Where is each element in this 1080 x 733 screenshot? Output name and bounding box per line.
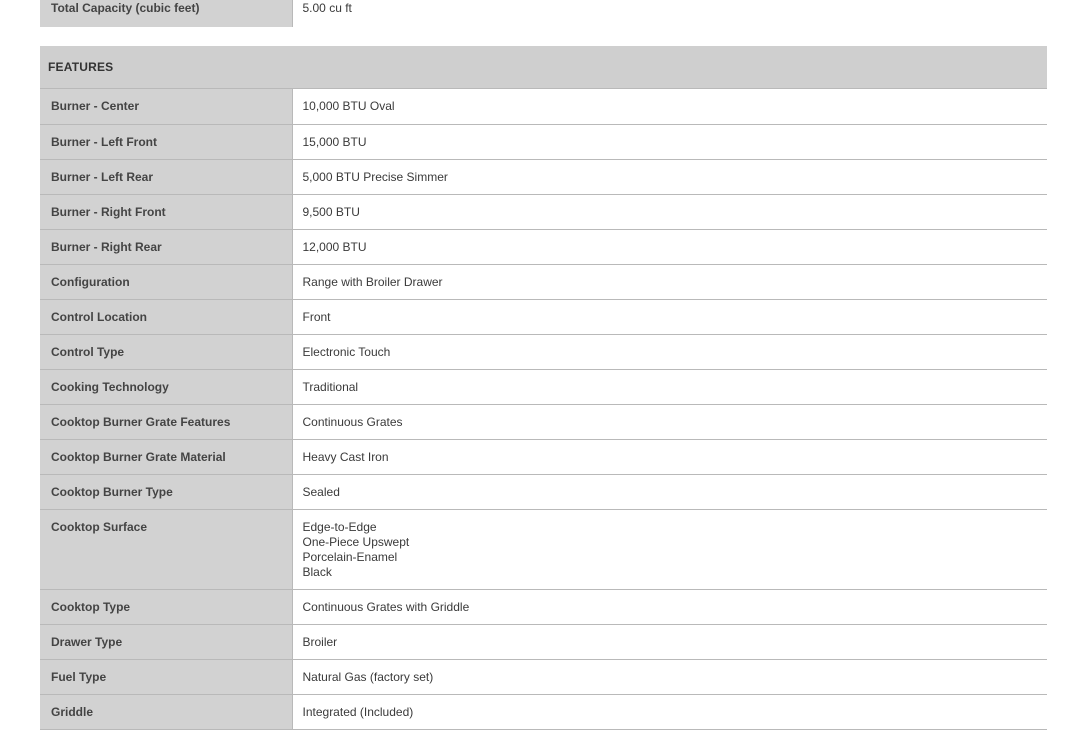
spec-value: Electronic Touch [292, 334, 1047, 370]
spec-row: Configuration Range with Broiler Drawer [40, 264, 1047, 300]
spec-value: Heavy Cast Iron [292, 439, 1047, 475]
spec-label: Burner - Left Front [40, 124, 293, 160]
spec-row: Cooking Technology Traditional [40, 369, 1047, 405]
spec-row: Cooktop Burner Grate Features Continuous … [40, 404, 1047, 440]
spec-value: 15,000 BTU [292, 124, 1047, 160]
spec-row: Control Type Electronic Touch [40, 334, 1047, 370]
spec-value: Traditional [292, 369, 1047, 405]
spec-label: Control Location [40, 299, 293, 335]
spec-value: Continuous Grates [292, 404, 1047, 440]
spec-row: Griddle Integrated (Included) [40, 694, 1047, 730]
spec-row: Burner - Left Rear 5,000 BTU Precise Simm… [40, 159, 1047, 195]
spec-value: 12,000 BTU [292, 229, 1047, 265]
features-table: Burner - Center 10,000 BTU Oval Burner - L… [40, 89, 1047, 730]
spec-label: Burner - Right Front [40, 194, 293, 230]
spec-row: Cooktop Surface Edge-to-Edge One-Piece Ups… [40, 509, 1047, 590]
spec-label: Cooktop Surface [40, 509, 293, 590]
spec-label: Fuel Type [40, 659, 293, 695]
spec-value: Sealed [292, 474, 1047, 510]
spec-label: Cooktop Type [40, 589, 293, 625]
spec-value-line: Black [302, 564, 332, 579]
spec-row: Cooktop Type Continuous Grates with Gridd… [40, 589, 1047, 625]
spec-value-line: One-Piece Upswept [302, 534, 410, 549]
spec-value: 10,000 BTU Oval [292, 89, 1047, 125]
spec-label: Burner - Right Rear [40, 229, 293, 265]
spec-row: Drawer Type Broiler [40, 624, 1047, 660]
spec-row-total-capacity: Total Capacity (cubic feet) 5.00 cu ft [40, 0, 1047, 27]
spec-label: Burner - Center [40, 89, 293, 125]
spec-label: Cooktop Burner Type [40, 474, 293, 510]
spec-value: 5.00 cu ft [292, 0, 1047, 27]
spec-label: Griddle [40, 694, 293, 730]
spec-row: Cooktop Burner Grate Material Heavy Cast … [40, 439, 1047, 475]
spec-label: Cooking Technology [40, 369, 293, 405]
spec-label: Total Capacity (cubic feet) [40, 0, 293, 27]
spec-value: Natural Gas (factory set) [292, 659, 1047, 695]
spec-label: Configuration [40, 264, 293, 300]
spec-row: Burner - Right Front 9,500 BTU [40, 194, 1047, 230]
spec-value: Continuous Grates with Griddle [292, 589, 1047, 625]
capacity-table: Total Capacity (cubic feet) 5.00 cu ft [40, 0, 1047, 27]
spec-label: Cooktop Burner Grate Material [40, 439, 293, 475]
spec-value-line: Edge-to-Edge [302, 519, 377, 534]
spec-value-line: Porcelain-Enamel [302, 549, 398, 564]
spec-value: Range with Broiler Drawer [292, 264, 1047, 300]
spec-label: Drawer Type [40, 624, 293, 660]
spec-row: Burner - Left Front 15,000 BTU [40, 124, 1047, 160]
spec-value: 9,500 BTU [292, 194, 1047, 230]
spec-value: Broiler [292, 624, 1047, 660]
spec-label: Cooktop Burner Grate Features [40, 404, 293, 440]
spec-row: Cooktop Burner Type Sealed [40, 474, 1047, 510]
spec-row: Burner - Right Rear 12,000 BTU [40, 229, 1047, 265]
spec-label: Control Type [40, 334, 293, 370]
spec-label: Burner - Left Rear [40, 159, 293, 195]
spec-row: Fuel Type Natural Gas (factory set) [40, 659, 1047, 695]
spec-value: Front [292, 299, 1047, 335]
spec-value: Integrated (Included) [292, 694, 1047, 730]
spec-row: Control Location Front [40, 299, 1047, 335]
spec-value: Edge-to-Edge One-Piece Upswept Porcelain-E… [292, 509, 1047, 590]
spec-row: Burner - Center 10,000 BTU Oval [40, 89, 1047, 125]
features-section: Burner - Center 10,000 BTU Oval Burner - L… [40, 89, 1047, 730]
spec-value: 5,000 BTU Precise Simmer [292, 159, 1047, 195]
features-section-header: FEATURES [40, 46, 1047, 89]
capacity-section: Total Capacity (cubic feet) 5.00 cu ft [40, 0, 1047, 27]
